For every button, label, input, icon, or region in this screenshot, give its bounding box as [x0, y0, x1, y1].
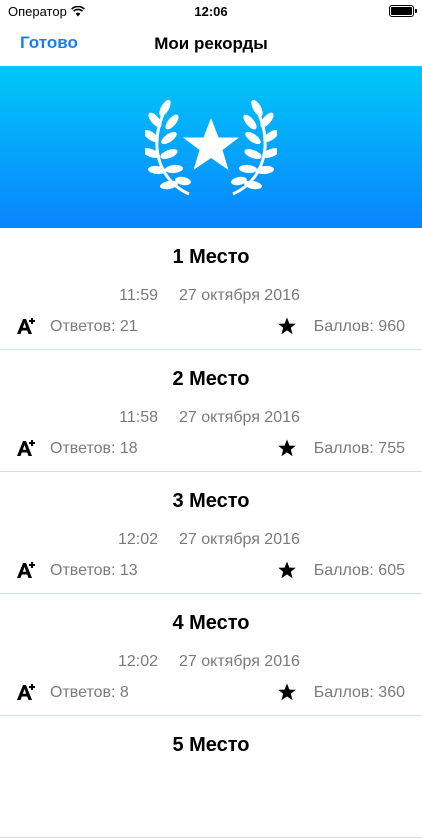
record-answers: Ответов: 8: [50, 684, 129, 701]
star-icon: [278, 683, 296, 701]
status-bar: Оператор 12:06: [0, 0, 422, 22]
a-plus-icon: [17, 684, 35, 700]
record-row[interactable]: 2 Место 11:58 27 октября 2016 Ответов: 1…: [0, 350, 422, 472]
record-answers: Ответов: 18: [50, 440, 138, 457]
record-place: 5 Место: [172, 734, 250, 756]
header-banner: [0, 66, 422, 228]
star-icon: [278, 439, 296, 457]
record-row[interactable]: 5 Место: [0, 716, 422, 838]
record-time: 11:58: [119, 409, 158, 426]
record-place: 4 Место: [172, 612, 250, 634]
record-time: 12:02: [117, 653, 158, 670]
status-time: 12:06: [194, 4, 228, 19]
battery-icon: [389, 5, 417, 17]
a-plus-icon: [17, 440, 35, 456]
record-place: 2 Место: [172, 368, 250, 390]
navigation-bar: Готово Мои рекорды: [0, 22, 422, 66]
record-answers: Ответов: 21: [50, 318, 138, 335]
page-title: Мои рекорды: [154, 34, 268, 53]
record-row[interactable]: 3 Место 12:02 27 октября 2016 Ответов: 1…: [0, 472, 422, 594]
record-date: 27 октября 2016: [179, 409, 300, 426]
star-icon: [278, 561, 296, 579]
record-time: 11:59: [119, 287, 158, 304]
record-row[interactable]: 1 Место 11:59 27 октября 2016 Ответов: 2…: [0, 228, 422, 350]
record-place: 3 Место: [172, 490, 250, 512]
record-time: 12:02: [117, 531, 158, 548]
record-score: Баллов: 755: [313, 440, 405, 457]
record-place: 1 Место: [172, 246, 250, 268]
record-score: Баллов: 360: [313, 684, 405, 701]
a-plus-icon: [17, 562, 35, 578]
record-row[interactable]: 4 Место 12:02 27 октября 2016 Ответов: 8…: [0, 594, 422, 716]
a-plus-icon: [17, 318, 35, 334]
record-score: Баллов: 960: [313, 318, 405, 335]
star-icon: [278, 317, 296, 335]
laurel-star-icon: [145, 99, 277, 196]
records-list: 1 Место 11:59 27 октября 2016 Ответов: 2…: [0, 228, 422, 838]
record-date: 27 октября 2016: [179, 531, 300, 548]
record-answers: Ответов: 13: [50, 562, 138, 579]
record-date: 27 октября 2016: [179, 653, 300, 670]
record-score: Баллов: 605: [313, 562, 405, 579]
record-date: 27 октября 2016: [179, 287, 300, 304]
